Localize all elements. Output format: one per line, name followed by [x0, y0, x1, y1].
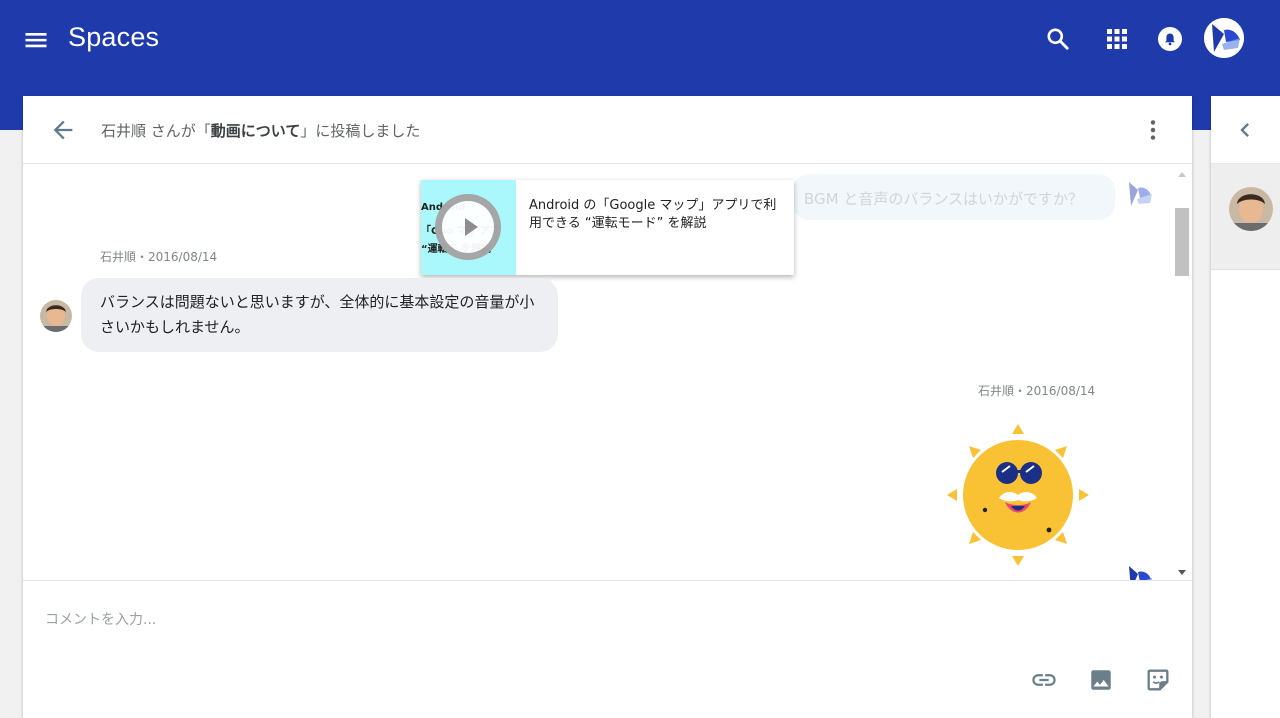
- message-bubble-previous: BGM と音声のバランスはいかがですか？: [793, 174, 1115, 220]
- header-prefix: 石井順 さんが「: [101, 122, 211, 140]
- app-title: Spaces: [68, 22, 160, 52]
- side-panel: [1211, 96, 1280, 718]
- avatar[interactable]: [1123, 562, 1155, 580]
- post-card: 石井順 さんが「動画について」に投稿しました BGM と音声のバランスはいかがで…: [23, 96, 1192, 718]
- header-suffix: 」に投稿しました: [300, 122, 421, 140]
- play-icon[interactable]: [435, 194, 501, 260]
- video-title[interactable]: Android の「Google マップ」アプリで利用できる “運転モード” を…: [529, 197, 781, 233]
- account-avatar[interactable]: [1204, 18, 1244, 58]
- notifications-icon[interactable]: [1155, 24, 1185, 54]
- header-topic[interactable]: 動画について: [211, 122, 301, 140]
- video-thumbnail[interactable]: Android 「Goo マ 」アプ “運転モ を解説: [421, 180, 516, 275]
- avatar[interactable]: [1229, 187, 1273, 231]
- message-text: バランスは問題ないと思いますが、全体的に基本設定の音量が小さいかもしれません。: [100, 293, 535, 336]
- back-arrow-icon[interactable]: [49, 116, 77, 144]
- scroll-up-arrow-icon[interactable]: [1178, 172, 1186, 177]
- scroll-down-arrow-icon[interactable]: [1178, 570, 1186, 575]
- chevron-left-icon[interactable]: [1231, 116, 1259, 144]
- link-icon[interactable]: [1029, 665, 1059, 695]
- scroll-thumb[interactable]: [1175, 208, 1189, 276]
- message-meta: 石井順・2016/08/14: [100, 250, 218, 264]
- message-text: BGM と音声のバランスはいかがですか？: [804, 190, 1084, 208]
- post-header-title: 石井順 さんが「動画について」に投稿しました: [101, 120, 420, 141]
- image-icon[interactable]: [1086, 665, 1116, 695]
- comment-composer: [23, 580, 1192, 718]
- thread-scrollbar[interactable]: [1174, 172, 1190, 576]
- sun-sunglasses-sticker: [947, 424, 1089, 566]
- sticker-icon[interactable]: [1143, 665, 1173, 695]
- message-bubble: バランスは問題ないと思いますが、全体的に基本設定の音量が小さいかもしれません。: [81, 278, 558, 352]
- menu-icon[interactable]: [22, 26, 50, 54]
- video-link-card[interactable]: Android 「Goo マ 」アプ “運転モ を解説 Android の「Go…: [421, 180, 794, 275]
- search-icon[interactable]: [1043, 24, 1073, 54]
- message-thread[interactable]: BGM と音声のバランスはいかがですか？ Android 「Goo マ 」アプ …: [23, 164, 1192, 580]
- more-vert-icon[interactable]: [1139, 116, 1167, 144]
- avatar[interactable]: [1123, 178, 1155, 210]
- message-meta: 石井順・2016/08/14: [978, 384, 1096, 398]
- comment-input[interactable]: [45, 605, 945, 635]
- post-header: 石井順 さんが「動画について」に投稿しました: [23, 96, 1192, 164]
- avatar[interactable]: [40, 300, 72, 332]
- apps-grid-icon[interactable]: [1102, 24, 1132, 54]
- side-member-item[interactable]: [1211, 164, 1280, 270]
